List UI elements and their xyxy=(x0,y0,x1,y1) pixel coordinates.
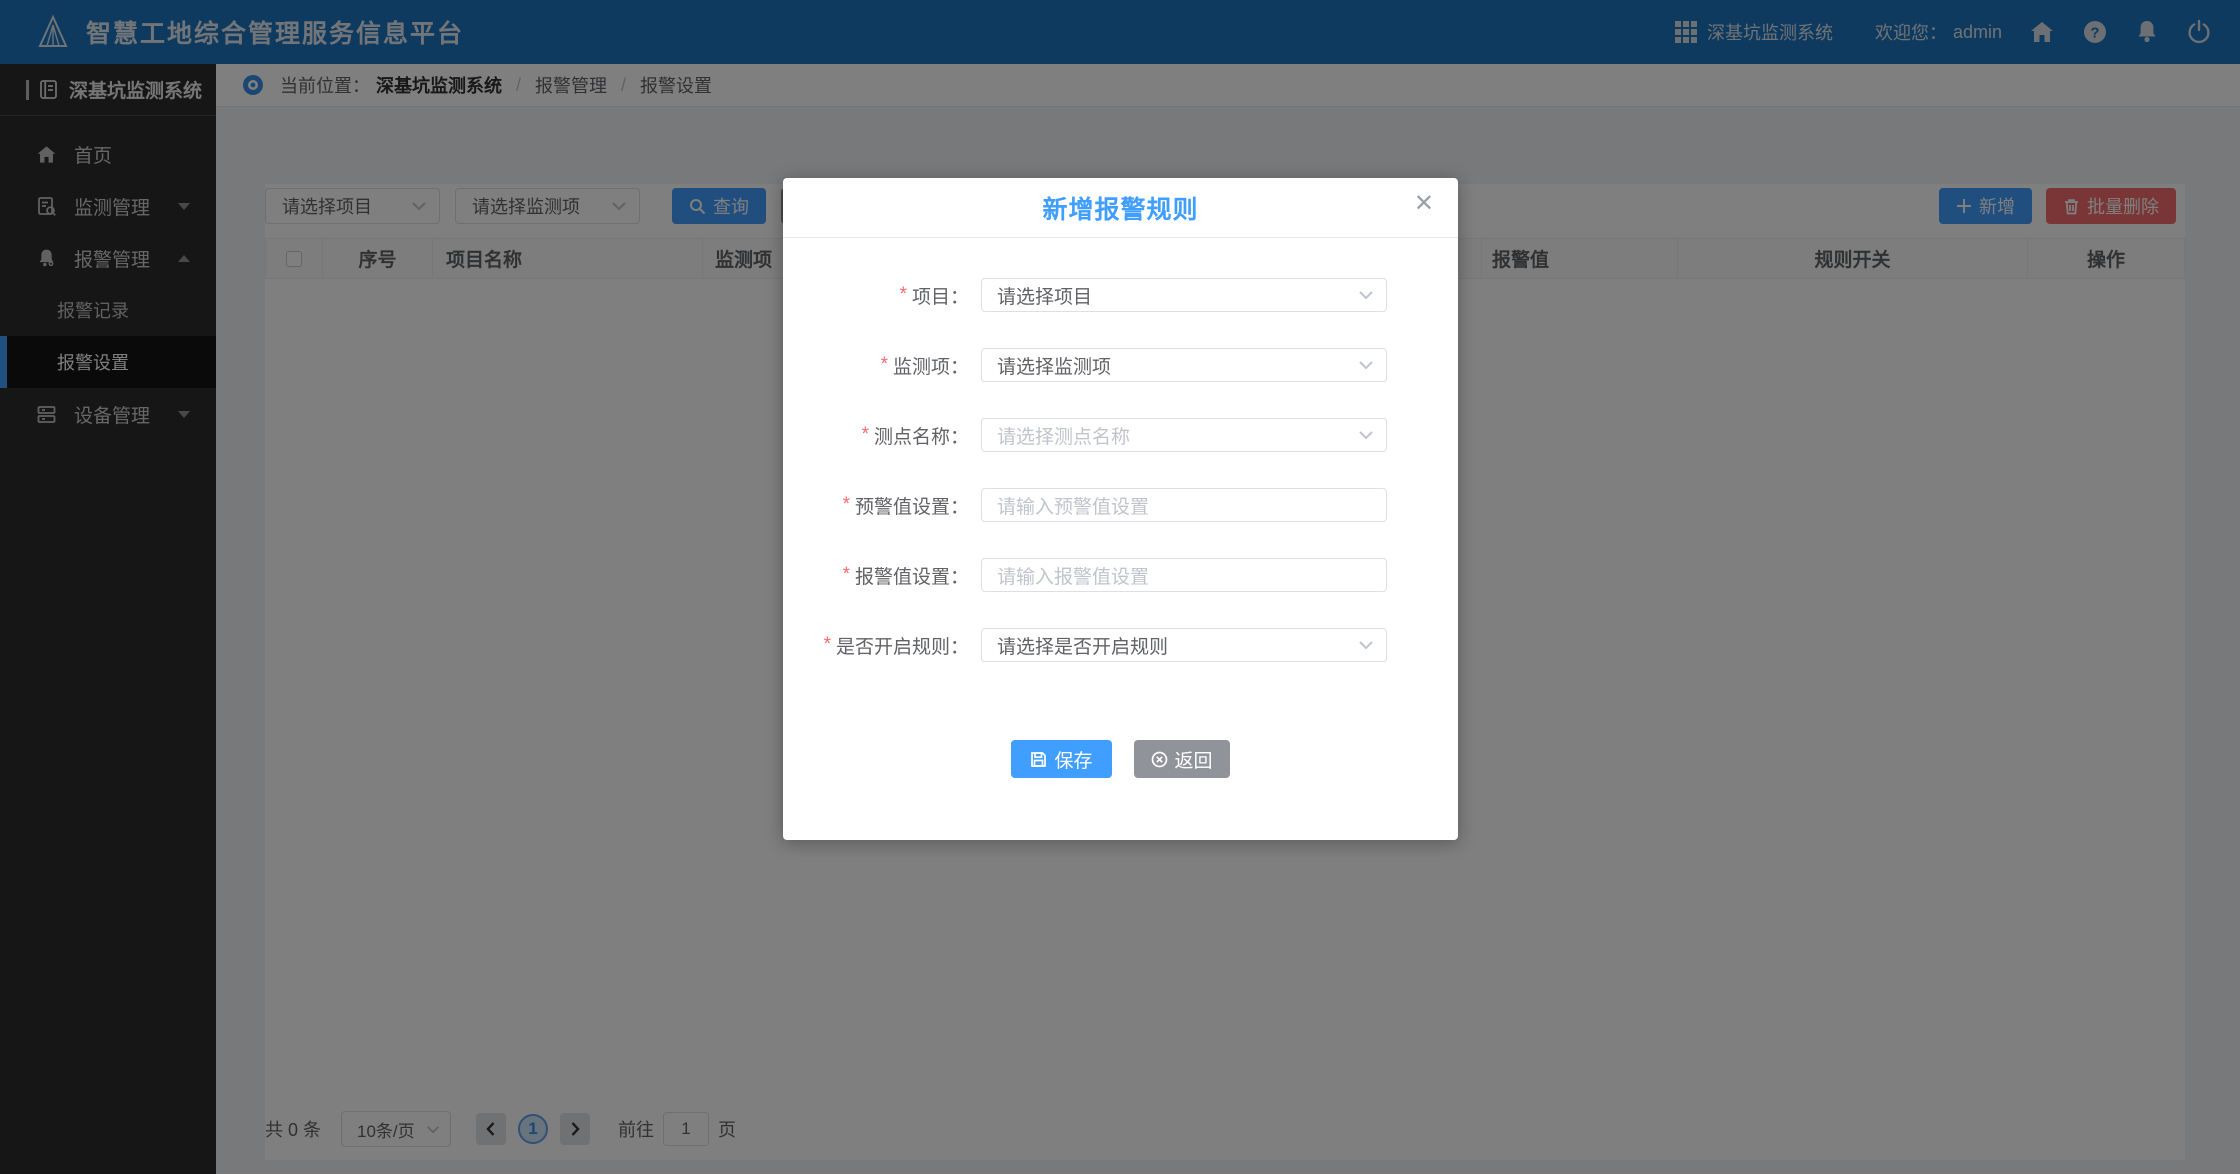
add-alarm-rule-dialog: 新增报警规则 ✕ * 项目： 请选择项目 * 监测项： 请选择监测项 xyxy=(783,178,1458,840)
field-label: * 预警值设置： xyxy=(783,492,969,519)
required-asterisk: * xyxy=(843,494,850,516)
point-name-select[interactable]: 请选择测点名称 xyxy=(981,418,1387,452)
point-name-select-placeholder: 请选择测点名称 xyxy=(997,422,1130,449)
dialog-header: 新增报警规则 ✕ xyxy=(783,178,1458,238)
required-asterisk: * xyxy=(862,424,869,446)
dialog-body: * 项目： 请选择项目 * 监测项： 请选择监测项 xyxy=(783,238,1458,778)
project-select[interactable]: 请选择项目 xyxy=(981,278,1387,312)
form-row-monitor-item: * 监测项： 请选择监测项 xyxy=(783,348,1458,382)
chevron-down-icon xyxy=(1358,640,1374,650)
alarm-value-input[interactable]: 请输入报警值设置 xyxy=(981,558,1387,592)
field-label: * 报警值设置： xyxy=(783,562,969,589)
project-select-value: 请选择项目 xyxy=(997,282,1092,309)
floppy-save-icon xyxy=(1030,751,1047,768)
save-button[interactable]: 保存 xyxy=(1011,740,1111,778)
monitor-item-select[interactable]: 请选择监测项 xyxy=(981,348,1387,382)
required-asterisk: * xyxy=(900,284,907,306)
required-asterisk: * xyxy=(881,354,888,376)
warning-value-input[interactable]: 请输入预警值设置 xyxy=(981,488,1387,522)
warning-value-placeholder: 请输入预警值设置 xyxy=(997,492,1149,519)
circle-x-icon xyxy=(1151,751,1168,768)
monitor-item-select-value: 请选择监测项 xyxy=(997,352,1111,379)
required-asterisk: * xyxy=(843,564,850,586)
field-label: * 项目： xyxy=(783,282,969,309)
required-asterisk: * xyxy=(824,634,831,656)
save-button-label: 保存 xyxy=(1054,746,1092,773)
back-button-label: 返回 xyxy=(1175,746,1213,773)
form-row-alarm-value: * 报警值设置： 请输入报警值设置 xyxy=(783,558,1458,592)
close-icon[interactable]: ✕ xyxy=(1414,192,1434,216)
field-label: * 监测项： xyxy=(783,352,969,379)
chevron-down-icon xyxy=(1358,430,1374,440)
form-row-project: * 项目： 请选择项目 xyxy=(783,278,1458,312)
back-button[interactable]: 返回 xyxy=(1134,740,1230,778)
form-row-warning-value: * 预警值设置： 请输入预警值设置 xyxy=(783,488,1458,522)
form-row-rule-enabled: * 是否开启规则： 请选择是否开启规则 xyxy=(783,628,1458,662)
rule-enabled-select[interactable]: 请选择是否开启规则 xyxy=(981,628,1387,662)
field-label: * 是否开启规则： xyxy=(783,632,969,659)
rule-enabled-select-value: 请选择是否开启规则 xyxy=(997,632,1168,659)
chevron-down-icon xyxy=(1358,360,1374,370)
form-row-point-name: * 测点名称： 请选择测点名称 xyxy=(783,418,1458,452)
alarm-value-placeholder: 请输入报警值设置 xyxy=(997,562,1149,589)
dialog-title: 新增报警规则 xyxy=(1042,190,1198,226)
field-label: * 测点名称： xyxy=(783,422,969,449)
chevron-down-icon xyxy=(1358,290,1374,300)
dialog-footer: 保存 返回 xyxy=(783,740,1458,778)
